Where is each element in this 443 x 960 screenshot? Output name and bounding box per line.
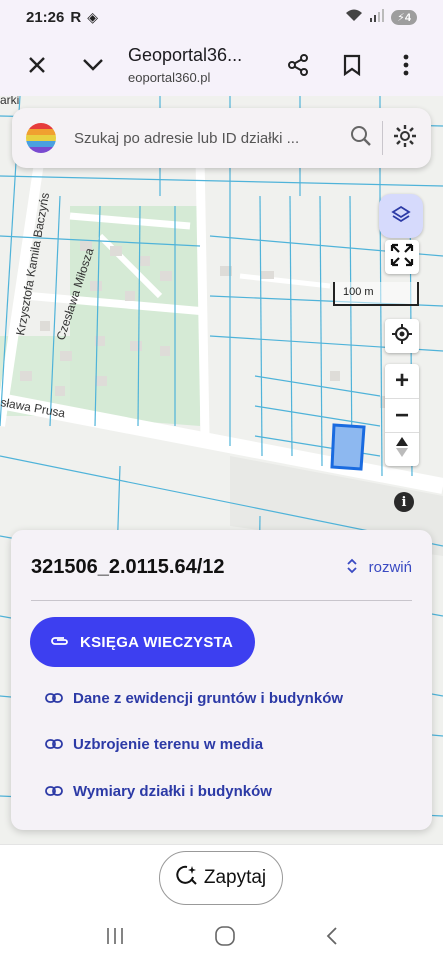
battery-level: 4 <box>404 11 411 24</box>
bookmark-icon[interactable] <box>331 44 373 86</box>
parcel-card: 321506_2.0115.64/12 rozwiń KSIĘGA WIECZY… <box>11 530 432 830</box>
locate-button[interactable] <box>385 319 419 353</box>
layers-icon <box>391 205 411 228</box>
diamond-icon: ◈ <box>87 8 98 25</box>
scale-bar: 100 m <box>333 282 419 306</box>
more-options-icon[interactable] <box>385 44 427 86</box>
fullscreen-button[interactable] <box>385 240 419 274</box>
page-title-block[interactable]: Geoportal36... eoportal360.pl <box>128 45 277 85</box>
close-icon[interactable] <box>16 44 58 86</box>
map-view[interactable]: arki Krzysztofa Kamila Baczyńs Czesława … <box>0 96 443 844</box>
ask-button[interactable]: Zapytaj <box>159 851 283 905</box>
link-land-records-label: Dane z ewidencji gruntów i budynków <box>73 690 344 707</box>
link-icon <box>45 783 63 800</box>
expand-label: rozwiń <box>368 559 412 576</box>
info-icon[interactable]: i <box>394 492 414 512</box>
link-utilities[interactable]: Uzbrojenie terenu w media <box>45 736 263 753</box>
zoom-out-button[interactable]: − <box>385 398 419 432</box>
link-dimensions[interactable]: Wymiary działki i budynków <box>45 783 272 800</box>
compass-icon <box>396 436 408 464</box>
status-right: ⚡4 <box>345 8 417 26</box>
bottom-area: Zapytaj <box>0 844 443 960</box>
battery-badge: ⚡4 <box>391 9 417 25</box>
layers-button[interactable] <box>379 194 423 238</box>
zoom-controls: + − <box>385 364 419 466</box>
chevron-down-icon[interactable] <box>72 44 114 86</box>
system-nav-bar <box>0 915 443 960</box>
link-utilities-label: Uzbrojenie terenu w media <box>73 736 264 753</box>
search-divider <box>382 121 383 155</box>
link-dimensions-label: Wymiary działki i budynków <box>73 783 272 800</box>
link-icon <box>45 690 63 707</box>
browser-toolbar: Geoportal36... eoportal360.pl <box>0 34 443 96</box>
wifi-icon <box>345 8 363 26</box>
expand-button[interactable]: rozwiń <box>347 558 412 578</box>
compass-button[interactable] <box>385 432 419 466</box>
status-left: 21:26 R ◈ <box>26 9 98 26</box>
status-time: 21:26 <box>26 8 65 26</box>
zoom-in-button[interactable]: + <box>385 364 419 398</box>
search-input[interactable]: Szukaj po adresie lub ID działki ... <box>74 130 350 147</box>
card-divider <box>31 600 412 601</box>
street-label-4: arki <box>0 96 19 107</box>
status-carrier: R <box>70 8 82 26</box>
ask-label: Zapytaj <box>203 867 267 888</box>
unfold-icon <box>347 558 357 578</box>
locate-icon <box>391 323 413 350</box>
land-register-button[interactable]: KSIĘGA WIECZYSTA <box>30 617 255 667</box>
paperclip-icon <box>50 634 70 651</box>
share-icon[interactable] <box>277 44 319 86</box>
back-icon[interactable] <box>325 926 339 951</box>
fullscreen-icon <box>390 243 414 272</box>
land-register-label: KSIĘGA WIECZYSTA <box>80 633 234 651</box>
recents-icon[interactable] <box>105 927 125 950</box>
parcel-id: 321506_2.0115.64/12 <box>31 556 225 578</box>
gear-icon[interactable] <box>393 124 417 153</box>
link-icon <box>45 736 63 753</box>
status-bar: 21:26 R ◈ ⚡4 <box>0 0 443 34</box>
link-land-records[interactable]: Dane z ewidencji gruntów i budynków <box>45 690 343 707</box>
search-icon[interactable] <box>350 125 372 152</box>
page-title: Geoportal36... <box>128 45 243 65</box>
signal-icon <box>369 8 385 26</box>
search-bar[interactable]: Szukaj po adresie lub ID działki ... <box>12 108 431 168</box>
page-url: eoportal360.pl <box>128 70 211 85</box>
card-header: 321506_2.0115.64/12 rozwiń <box>31 556 412 579</box>
sparkle-search-icon <box>176 864 198 892</box>
home-icon[interactable] <box>214 925 236 952</box>
geoportal-logo <box>26 123 56 153</box>
